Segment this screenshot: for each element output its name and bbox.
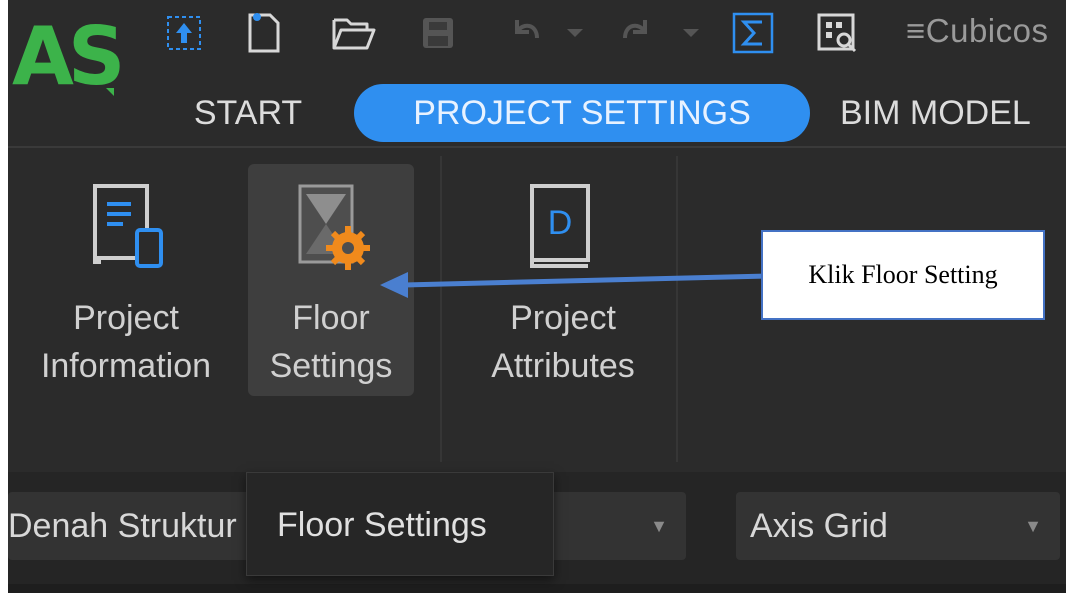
annotation-callout: Klik Floor Setting	[761, 230, 1045, 320]
